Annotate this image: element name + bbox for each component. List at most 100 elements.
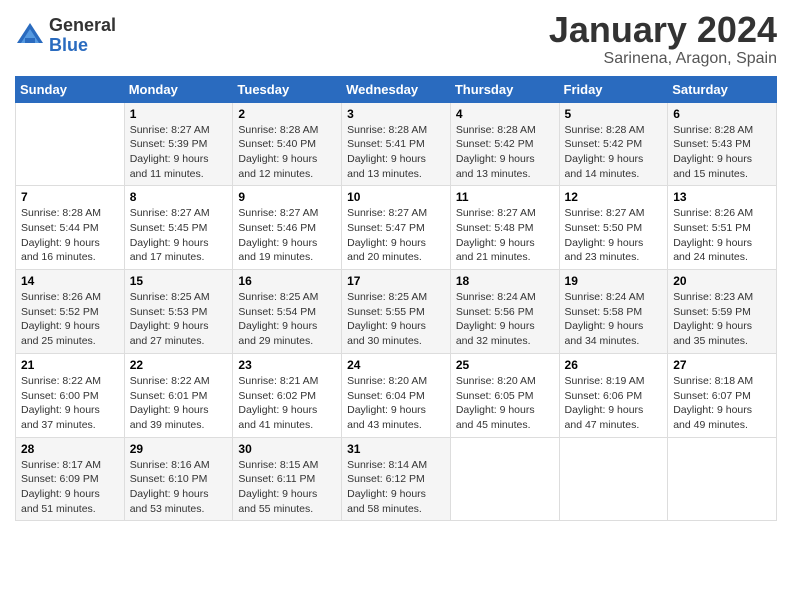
day-number: 28 [21,442,119,456]
day-info: Sunrise: 8:27 AMSunset: 5:39 PMDaylight:… [130,124,210,180]
week-row-3: 14Sunrise: 8:26 AMSunset: 5:52 PMDayligh… [16,270,777,354]
day-number: 29 [130,442,228,456]
day-info: Sunrise: 8:28 AMSunset: 5:41 PMDaylight:… [347,124,427,180]
calendar-cell: 16Sunrise: 8:25 AMSunset: 5:54 PMDayligh… [233,270,342,354]
calendar-cell: 11 Sunrise: 8:27 AMSunset: 5:48 PMDayligh… [450,186,559,270]
day-number: 14 [21,274,119,288]
day-info: Sunrise: 8:16 AMSunset: 6:10 PMDaylight:… [130,459,210,515]
day-info: Sunrise: 8:24 AMSunset: 5:56 PMDaylight:… [456,291,536,347]
day-info: Sunrise: 8:19 AMSunset: 6:06 PMDaylight:… [565,375,645,431]
day-number: 21 [21,358,119,372]
day-info: Sunrise: 8:27 AMSunset: 5:50 PMDaylight:… [565,207,645,263]
calendar-cell [450,437,559,521]
week-row-4: 21 Sunrise: 8:22 AMSunset: 6:00 PMDayligh… [16,353,777,437]
logo: General Blue [15,16,116,56]
column-header-monday: Monday [124,76,233,102]
day-number: 23 [238,358,336,372]
day-info: Sunrise: 8:20 AMSunset: 6:04 PMDaylight:… [347,375,427,431]
calendar-cell: 21 Sunrise: 8:22 AMSunset: 6:00 PMDayligh… [16,353,125,437]
location-text: Sarinena, Aragon, Spain [549,50,777,68]
day-info: Sunrise: 8:25 AMSunset: 5:53 PMDaylight:… [130,291,210,347]
day-number: 11 [456,190,554,204]
logo-general-text: General [49,16,116,36]
day-number: 25 [456,358,554,372]
week-row-5: 28 Sunrise: 8:17 AMSunset: 6:09 PMDayligh… [16,437,777,521]
day-number: 26 [565,358,663,372]
column-header-saturday: Saturday [668,76,777,102]
day-info: Sunrise: 8:18 AMSunset: 6:07 PMDaylight:… [673,375,753,431]
day-number: 19 [565,274,663,288]
day-info: Sunrise: 8:28 AMSunset: 5:42 PMDaylight:… [565,124,645,180]
logo-icon [15,21,45,51]
day-info: Sunrise: 8:23 AMSunset: 5:59 PMDaylight:… [673,291,753,347]
column-header-wednesday: Wednesday [342,76,451,102]
day-number: 9 [238,190,336,204]
title-area: January 2024 Sarinena, Aragon, Spain [549,10,777,68]
day-info: Sunrise: 8:27 AMSunset: 5:47 PMDaylight:… [347,207,427,263]
day-info: Sunrise: 8:28 AMSunset: 5:42 PMDaylight:… [456,124,536,180]
calendar-cell: 10 Sunrise: 8:27 AMSunset: 5:47 PMDayligh… [342,186,451,270]
calendar-cell: 22 Sunrise: 8:22 AMSunset: 6:01 PMDayligh… [124,353,233,437]
day-number: 1 [130,107,228,121]
day-number: 8 [130,190,228,204]
day-number: 30 [238,442,336,456]
calendar-cell: 4Sunrise: 8:28 AMSunset: 5:42 PMDaylight… [450,102,559,186]
logo-blue-text: Blue [49,36,116,56]
calendar-cell: 17 Sunrise: 8:25 AMSunset: 5:55 PMDayligh… [342,270,451,354]
day-number: 16 [238,274,336,288]
calendar-cell: 23 Sunrise: 8:21 AMSunset: 6:02 PMDayligh… [233,353,342,437]
day-number: 20 [673,274,771,288]
calendar-cell: 6 Sunrise: 8:28 AMSunset: 5:43 PMDaylight… [668,102,777,186]
header-row: SundayMondayTuesdayWednesdayThursdayFrid… [16,76,777,102]
day-info: Sunrise: 8:21 AMSunset: 6:02 PMDaylight:… [238,375,318,431]
day-number: 7 [21,190,119,204]
calendar-cell: 19 Sunrise: 8:24 AMSunset: 5:58 PMDayligh… [559,270,668,354]
day-info: Sunrise: 8:17 AMSunset: 6:09 PMDaylight:… [21,459,101,515]
calendar-cell: 30Sunrise: 8:15 AMSunset: 6:11 PMDayligh… [233,437,342,521]
day-number: 12 [565,190,663,204]
column-header-tuesday: Tuesday [233,76,342,102]
day-info: Sunrise: 8:24 AMSunset: 5:58 PMDaylight:… [565,291,645,347]
calendar-cell: 14Sunrise: 8:26 AMSunset: 5:52 PMDayligh… [16,270,125,354]
calendar-cell: 1 Sunrise: 8:27 AMSunset: 5:39 PMDaylight… [124,102,233,186]
day-info: Sunrise: 8:26 AMSunset: 5:51 PMDaylight:… [673,207,753,263]
calendar-cell: 24Sunrise: 8:20 AMSunset: 6:04 PMDayligh… [342,353,451,437]
day-number: 18 [456,274,554,288]
column-header-thursday: Thursday [450,76,559,102]
day-info: Sunrise: 8:28 AMSunset: 5:44 PMDaylight:… [21,207,101,263]
day-info: Sunrise: 8:28 AMSunset: 5:43 PMDaylight:… [673,124,753,180]
day-info: Sunrise: 8:22 AMSunset: 6:01 PMDaylight:… [130,375,210,431]
day-info: Sunrise: 8:22 AMSunset: 6:00 PMDaylight:… [21,375,101,431]
week-row-2: 7 Sunrise: 8:28 AMSunset: 5:44 PMDaylight… [16,186,777,270]
day-info: Sunrise: 8:27 AMSunset: 5:45 PMDaylight:… [130,207,210,263]
calendar-cell: 29 Sunrise: 8:16 AMSunset: 6:10 PMDayligh… [124,437,233,521]
day-number: 13 [673,190,771,204]
calendar-cell: 26 Sunrise: 8:19 AMSunset: 6:06 PMDayligh… [559,353,668,437]
calendar-cell: 27 Sunrise: 8:18 AMSunset: 6:07 PMDayligh… [668,353,777,437]
calendar-cell: 13 Sunrise: 8:26 AMSunset: 5:51 PMDayligh… [668,186,777,270]
calendar-cell [559,437,668,521]
day-info: Sunrise: 8:28 AMSunset: 5:40 PMDaylight:… [238,124,318,180]
calendar-table: SundayMondayTuesdayWednesdayThursdayFrid… [15,76,777,522]
month-title: January 2024 [549,10,777,50]
day-number: 15 [130,274,228,288]
page-header: General Blue January 2024 Sarinena, Arag… [15,10,777,68]
calendar-cell: 2Sunrise: 8:28 AMSunset: 5:40 PMDaylight… [233,102,342,186]
calendar-cell: 3Sunrise: 8:28 AMSunset: 5:41 PMDaylight… [342,102,451,186]
day-number: 27 [673,358,771,372]
day-info: Sunrise: 8:20 AMSunset: 6:05 PMDaylight:… [456,375,536,431]
day-number: 10 [347,190,445,204]
day-info: Sunrise: 8:14 AMSunset: 6:12 PMDaylight:… [347,459,427,515]
day-number: 17 [347,274,445,288]
column-header-friday: Friday [559,76,668,102]
column-header-sunday: Sunday [16,76,125,102]
logo-text: General Blue [49,16,116,56]
day-info: Sunrise: 8:27 AMSunset: 5:46 PMDaylight:… [238,207,318,263]
calendar-cell: 15 Sunrise: 8:25 AMSunset: 5:53 PMDayligh… [124,270,233,354]
calendar-cell: 12 Sunrise: 8:27 AMSunset: 5:50 PMDayligh… [559,186,668,270]
day-info: Sunrise: 8:25 AMSunset: 5:55 PMDaylight:… [347,291,427,347]
day-info: Sunrise: 8:27 AMSunset: 5:48 PMDaylight:… [456,207,536,263]
calendar-cell: 8 Sunrise: 8:27 AMSunset: 5:45 PMDaylight… [124,186,233,270]
day-number: 6 [673,107,771,121]
day-number: 22 [130,358,228,372]
